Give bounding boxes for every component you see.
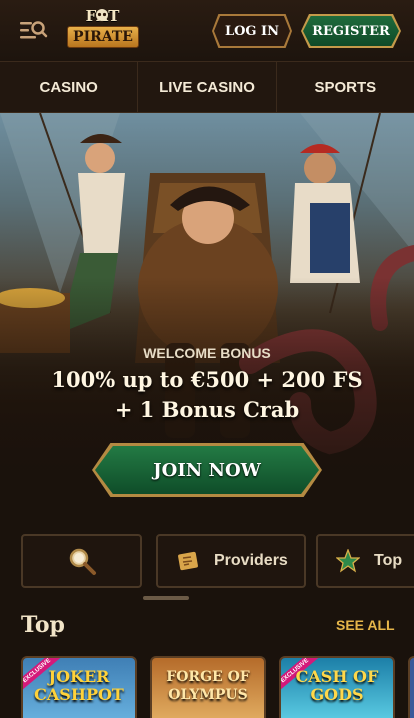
nav-item-live-casino[interactable]: LIVE CASINO [138, 62, 277, 112]
top-label: Top [374, 552, 403, 569]
top-button[interactable]: Top [316, 534, 414, 588]
logo-text-pirate: PIRATE [67, 26, 139, 48]
star-icon [336, 549, 360, 573]
skull-icon [96, 9, 108, 21]
search-button[interactable] [21, 534, 142, 588]
scroll-map-icon [178, 551, 198, 571]
providers-label: Providers [214, 552, 288, 569]
bonus-headline: 100% up to €500 + 200 FS + 1 Bonus Crab [0, 365, 414, 425]
login-label: LOG IN [224, 23, 280, 39]
site-header: FAT PIRATE LOG IN REGISTER [0, 0, 414, 62]
bonus-headline-line2: + 1 Bonus Crab [114, 397, 300, 422]
see-all-link[interactable]: SEE ALL [336, 617, 395, 633]
nav-item-sports[interactable]: SPORTS [277, 62, 414, 112]
register-button[interactable]: REGISTER [301, 14, 401, 48]
scroll-indicator [143, 596, 189, 600]
hero-banner: WELCOME BONUS 100% up to €500 + 200 FS +… [0, 113, 414, 523]
game-tile-forge-of-olympus[interactable]: FORGE OF OLYMPUS [150, 656, 266, 718]
game-tile-joker-cashpot[interactable]: EXCLUSIVE JOKER CASHPOT [21, 656, 137, 718]
category-scroller[interactable]: Providers Top [0, 534, 414, 590]
login-button[interactable]: LOG IN [212, 14, 292, 48]
game-tile-cash-of-gods[interactable]: EXCLUSIVE CASH OF GODS [279, 656, 395, 718]
game-title: CASH OF GODS [295, 667, 379, 704]
bonus-headline-line1: 100% up to €500 + 200 FS [51, 367, 363, 392]
welcome-bonus-label: WELCOME BONUS [143, 345, 271, 361]
nav-item-casino[interactable]: CASINO [0, 62, 139, 112]
game-title: JOKER CASHPOT [34, 667, 124, 704]
register-label: REGISTER [312, 23, 390, 39]
search-icon [69, 548, 96, 575]
fat-pirate-logo[interactable]: FAT PIRATE [66, 8, 140, 54]
menu-search-icon[interactable] [18, 18, 48, 44]
providers-button[interactable]: Providers [156, 534, 306, 588]
join-now-button[interactable]: JOIN NOW [92, 443, 322, 497]
section-title-top: Top [21, 612, 65, 638]
game-title: FORGE OF OLYMPUS [166, 669, 250, 703]
main-nav: CASINO LIVE CASINO SPORTS [0, 62, 414, 113]
join-now-label: JOIN NOW [95, 446, 319, 494]
game-tile-partial[interactable] [408, 656, 414, 718]
